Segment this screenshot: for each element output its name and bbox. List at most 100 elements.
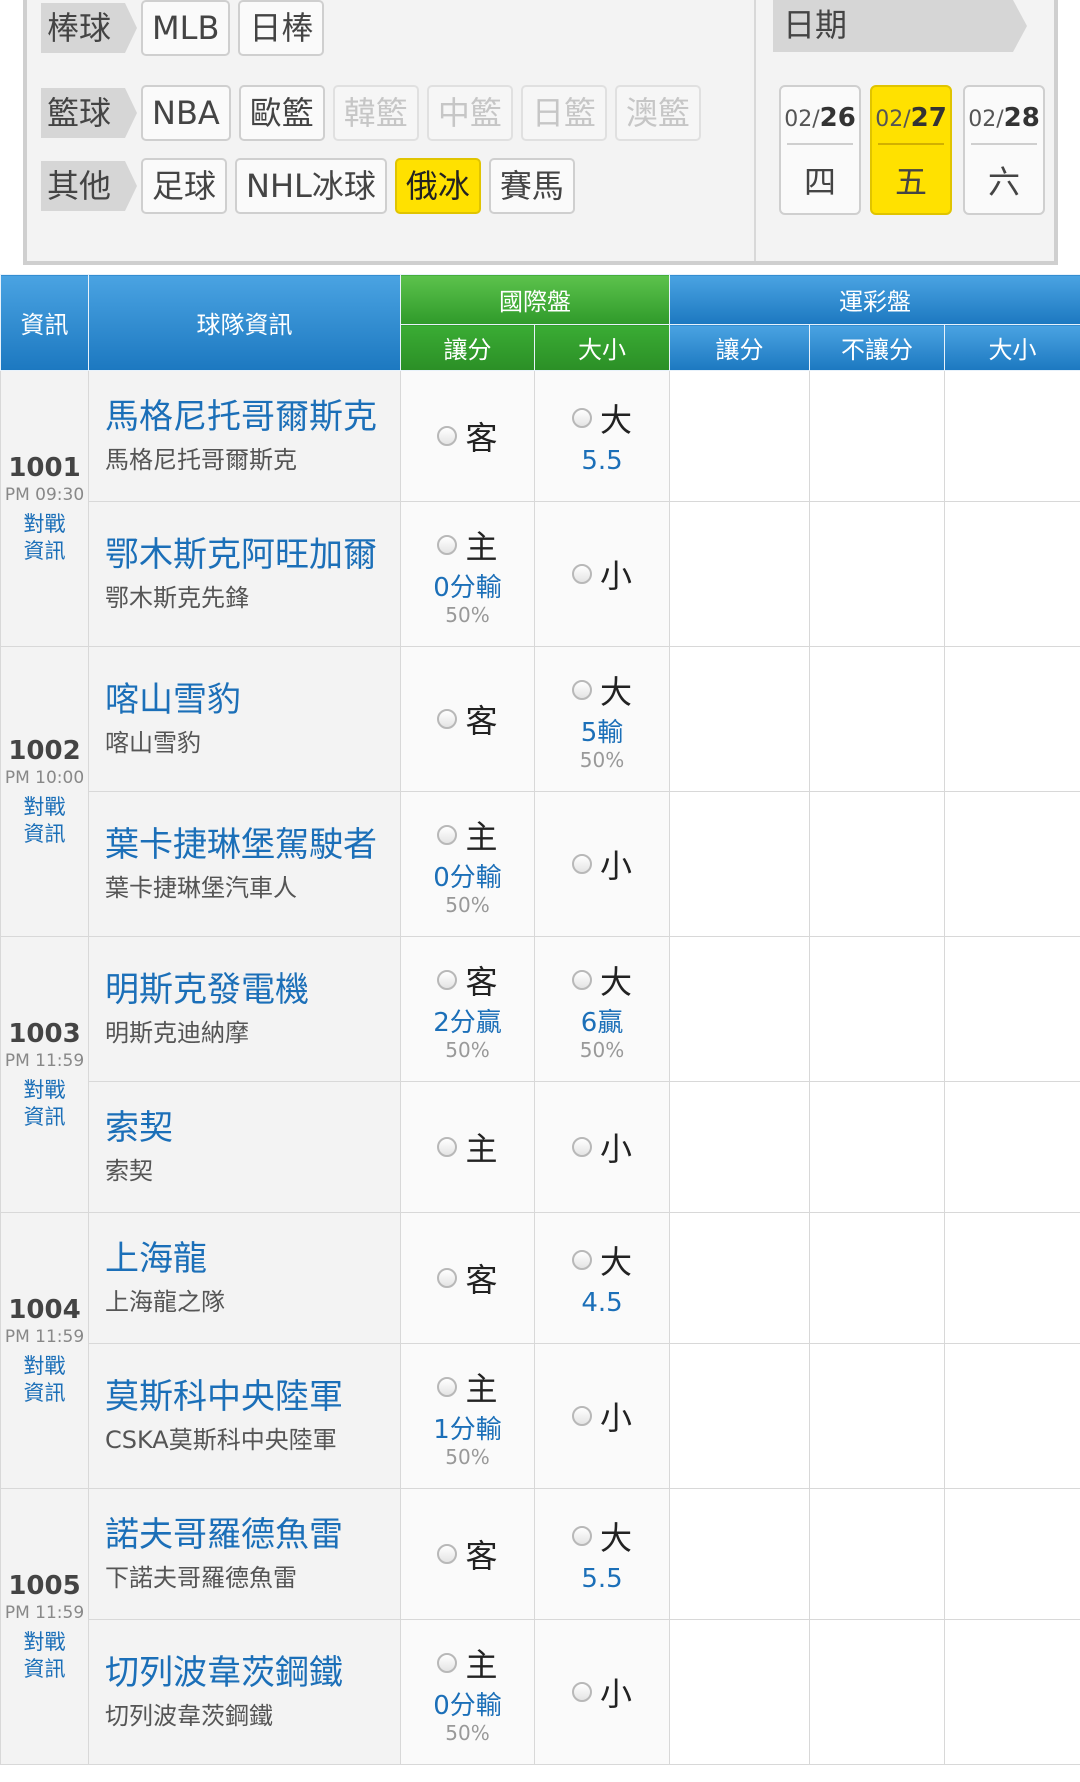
matchup-info-link[interactable]: 對戰資訊 xyxy=(21,1629,69,1683)
team-name-link[interactable]: 諾夫哥羅德魚雷 xyxy=(105,1513,400,1557)
lottery-nospread-cell xyxy=(809,1619,945,1765)
team-alt-name: 喀山雪豹 xyxy=(105,729,201,757)
bet-radio[interactable] xyxy=(437,970,458,990)
header-info: 資訊 xyxy=(0,274,89,371)
league-chip[interactable]: 歐籃 xyxy=(238,85,325,141)
game-team-row: 莫斯科中央陸軍 CSKA莫斯科中央陸軍 主 1分輸 50% 小 xyxy=(1,1343,1080,1489)
date-day: 27 xyxy=(910,103,947,133)
team-name-link[interactable]: 馬格尼托哥爾斯克 xyxy=(105,395,400,439)
header-intl: 國際盤 xyxy=(400,274,670,325)
bet-radio[interactable] xyxy=(571,1250,592,1270)
bet-radio[interactable] xyxy=(571,970,592,990)
intl-spread-cell: 客 xyxy=(400,370,535,502)
bet-radio[interactable] xyxy=(437,709,458,729)
matchup-info-link[interactable]: 對戰資訊 xyxy=(21,1353,69,1407)
bet-radio[interactable] xyxy=(437,1544,458,1564)
team-alt-name: 切列波韋茨鋼鐵 xyxy=(105,1702,273,1730)
lottery-spread-cell xyxy=(669,1488,810,1620)
game-time: PM 11:59 xyxy=(4,1602,85,1623)
lottery-nospread-cell xyxy=(809,370,945,502)
date-option[interactable]: 02/28 六 xyxy=(963,85,1045,215)
team-alt-name: 葉卡捷琳堡汽車人 xyxy=(105,874,297,902)
header-intl-total: 大小 xyxy=(534,324,670,371)
team-name-link[interactable]: 切列波韋茨鋼鐵 xyxy=(105,1651,400,1695)
lottery-nospread-cell xyxy=(809,646,945,792)
league-chip[interactable]: 賽馬 xyxy=(488,158,575,214)
bet-radio[interactable] xyxy=(437,1268,458,1288)
date-weekday: 六 xyxy=(987,163,1020,201)
bet-side-label: 客 xyxy=(465,1537,498,1575)
game-time: PM 10:00 xyxy=(4,767,85,788)
bet-radio[interactable] xyxy=(571,854,592,874)
game-team-row: 1002 PM 10:00 對戰資訊 喀山雪豹 喀山雪豹 客 大 5輸 50% xyxy=(0,646,1080,937)
team-name-link[interactable]: 明斯克發電機 xyxy=(105,968,400,1012)
bet-radio[interactable] xyxy=(571,1526,592,1546)
date-month: 02/ xyxy=(875,107,911,132)
team-name-link[interactable]: 鄂木斯克阿旺加爾 xyxy=(105,533,400,577)
intl-spread-cell: 主 xyxy=(400,1081,535,1213)
team-name-link[interactable]: 索契 xyxy=(105,1106,400,1150)
lottery-spread-cell xyxy=(669,936,810,1082)
league-chip[interactable]: MLB xyxy=(141,0,231,56)
header-intl-spread: 讓分 xyxy=(400,324,535,371)
bet-radio[interactable] xyxy=(437,825,458,845)
league-chip[interactable]: NBA xyxy=(141,85,231,141)
bet-side-label: 客 xyxy=(465,419,498,457)
bet-side-label: 小 xyxy=(599,1399,632,1437)
category-label: 籃球 xyxy=(41,88,137,138)
bet-side-label: 主 xyxy=(465,528,498,566)
filter-row: 其他 足球 NHL冰球 俄冰 賽馬 xyxy=(41,158,583,214)
lottery-total-cell xyxy=(943,370,1080,502)
bet-radio[interactable] xyxy=(571,1137,592,1157)
game-time: PM 11:59 xyxy=(4,1326,85,1347)
team-name-link[interactable]: 上海龍 xyxy=(105,1237,400,1281)
bet-radio[interactable] xyxy=(571,408,592,428)
bet-radio[interactable] xyxy=(571,564,592,584)
date-option[interactable]: 02/26 四 xyxy=(779,85,861,215)
bet-radio[interactable] xyxy=(571,1406,592,1426)
odds-line: 6贏 xyxy=(580,1008,624,1038)
odds-percent: 50% xyxy=(445,1038,490,1062)
team-cell: 馬格尼托哥爾斯克 馬格尼托哥爾斯克 xyxy=(88,370,401,502)
lottery-spread-cell xyxy=(669,646,810,792)
bet-radio[interactable] xyxy=(437,1653,458,1673)
team-cell: 上海龍 上海龍之隊 xyxy=(88,1212,401,1344)
lottery-spread-cell xyxy=(669,1081,810,1213)
bet-radio[interactable] xyxy=(437,1377,458,1397)
lottery-total-cell xyxy=(943,1212,1080,1344)
odds-line: 0分輸 xyxy=(433,1691,502,1721)
league-chip[interactable]: 俄冰 xyxy=(394,158,481,214)
bet-radio[interactable] xyxy=(437,426,458,446)
bet-radio[interactable] xyxy=(571,1682,592,1702)
team-name-link[interactable]: 葉卡捷琳堡駕駛者 xyxy=(105,823,400,867)
lottery-nospread-cell xyxy=(809,1081,945,1213)
lottery-nospread-cell xyxy=(809,1343,945,1489)
intl-total-cell: 大 6贏 50% xyxy=(534,936,670,1082)
odds-line: 5.5 xyxy=(581,1564,623,1594)
league-chip[interactable]: 日棒 xyxy=(238,0,325,56)
matchup-info-link[interactable]: 對戰資訊 xyxy=(21,1077,69,1131)
team-cell: 喀山雪豹 喀山雪豹 xyxy=(88,646,401,792)
matchup-info-link[interactable]: 對戰資訊 xyxy=(21,794,69,848)
game-info-cell: 1002 PM 10:00 對戰資訊 xyxy=(0,646,89,937)
league-chip[interactable]: NHL冰球 xyxy=(235,158,387,214)
game-team-row: 1004 PM 11:59 對戰資訊 上海龍 上海龍之隊 客 大 4.5 xyxy=(0,1212,1080,1489)
intl-spread-cell: 客 2分贏 50% xyxy=(400,936,535,1082)
team-name-link[interactable]: 莫斯科中央陸軍 xyxy=(105,1375,400,1419)
team-cell: 索契 索契 xyxy=(88,1081,401,1213)
bet-radio[interactable] xyxy=(437,1137,458,1157)
league-chip[interactable]: 足球 xyxy=(141,158,228,214)
intl-spread-cell: 主 0分輸 50% xyxy=(400,1619,535,1765)
team-cell: 鄂木斯克阿旺加爾 鄂木斯克先鋒 xyxy=(88,501,401,647)
bet-radio[interactable] xyxy=(571,680,592,700)
bet-side-label: 小 xyxy=(599,1675,632,1713)
game-team-row: 1001 PM 09:30 對戰資訊 馬格尼托哥爾斯克 馬格尼托哥爾斯克 客 大… xyxy=(0,370,1080,647)
header-lottery-nospread: 不讓分 xyxy=(809,324,945,371)
lottery-total-cell xyxy=(943,791,1080,937)
lottery-total-cell xyxy=(943,501,1080,647)
bet-radio[interactable] xyxy=(437,535,458,555)
team-name-link[interactable]: 喀山雪豹 xyxy=(105,678,400,722)
date-option[interactable]: 02/27 五 xyxy=(870,85,952,215)
odds-line: 5.5 xyxy=(581,446,623,476)
matchup-info-link[interactable]: 對戰資訊 xyxy=(21,511,69,565)
